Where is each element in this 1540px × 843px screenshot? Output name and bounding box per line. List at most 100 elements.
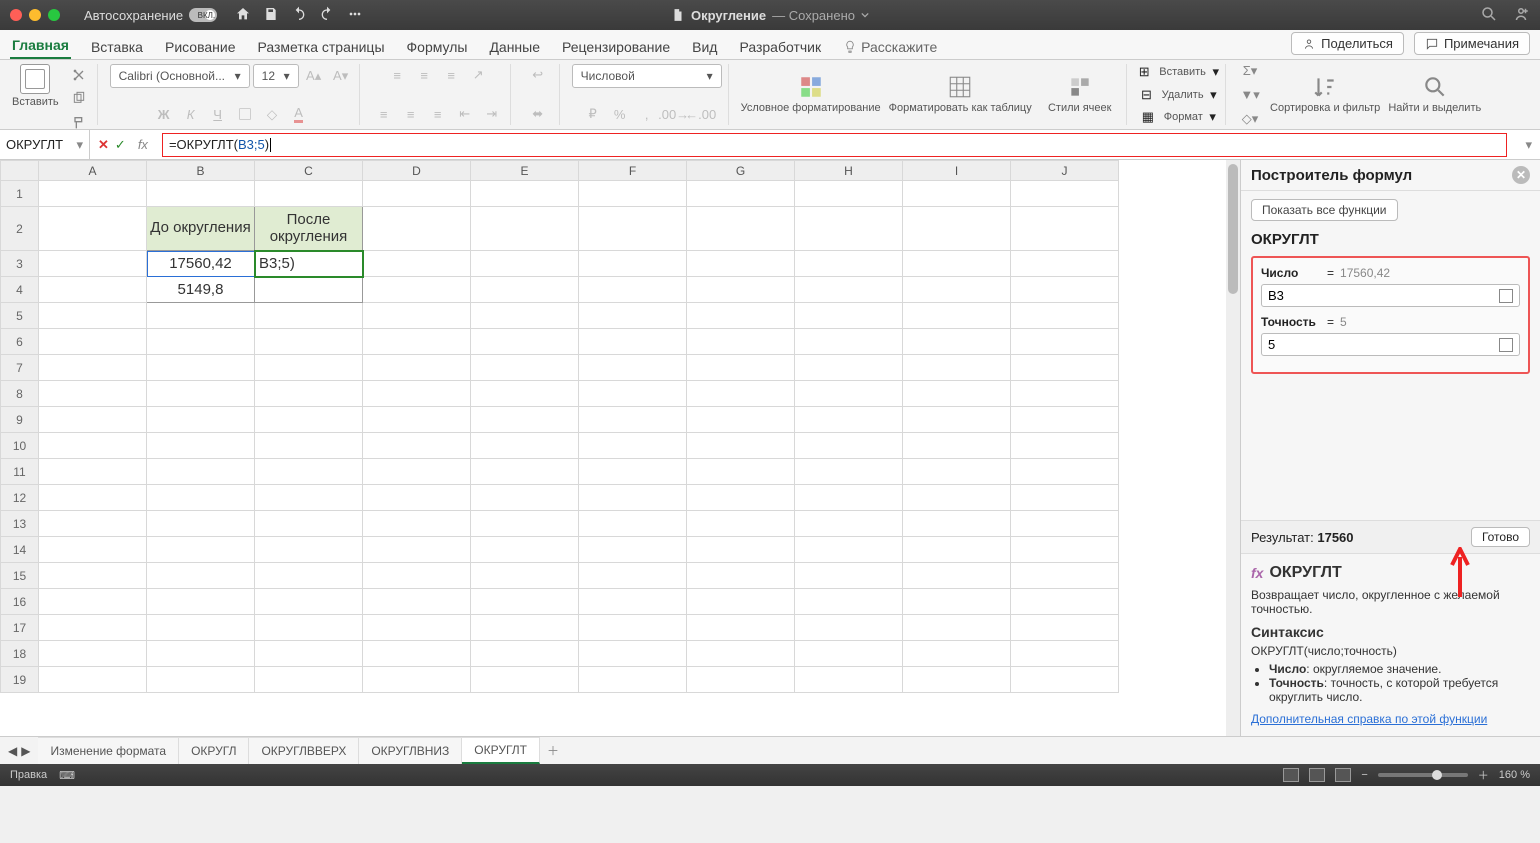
col-J[interactable]: J: [1011, 161, 1119, 181]
align-bottom-button[interactable]: ≡: [439, 64, 463, 86]
increase-indent-button[interactable]: ⇥: [480, 103, 504, 125]
share-button[interactable]: Поделиться: [1291, 32, 1404, 55]
paste-button[interactable]: Вставить: [12, 64, 59, 108]
page-break-view-button[interactable]: [1335, 768, 1351, 782]
cell-C2[interactable]: После округления: [255, 207, 363, 251]
col-F[interactable]: F: [579, 161, 687, 181]
zoom-value[interactable]: 160 %: [1499, 769, 1530, 781]
redo-icon[interactable]: [319, 6, 335, 25]
comments-button[interactable]: Примечания: [1414, 32, 1530, 55]
insert-cells-button[interactable]: ⊞ Вставить ▾: [1139, 64, 1219, 80]
search-icon[interactable]: [1480, 5, 1498, 26]
formula-input[interactable]: =ОКРУГЛТ(B3;5): [162, 133, 1508, 157]
italic-button[interactable]: К: [179, 103, 203, 125]
row-7[interactable]: 7: [1, 355, 39, 381]
align-top-button[interactable]: ≡: [385, 64, 409, 86]
number-format-select[interactable]: Числовой▾: [572, 64, 722, 88]
sort-filter-button[interactable]: Сортировка и фильтр: [1270, 74, 1380, 114]
close-icon[interactable]: [10, 9, 22, 21]
row-6[interactable]: 6: [1, 329, 39, 355]
increase-decimal-button[interactable]: .00→: [662, 103, 686, 125]
cell-C4[interactable]: [255, 277, 363, 303]
cell-B4[interactable]: 5149,8: [147, 277, 255, 303]
row-10[interactable]: 10: [1, 433, 39, 459]
format-as-table-button[interactable]: Форматировать как таблицу: [889, 74, 1032, 114]
conditional-formatting-button[interactable]: Условное форматирование: [741, 74, 881, 114]
currency-button[interactable]: ₽: [581, 103, 605, 125]
save-icon[interactable]: [263, 6, 279, 25]
align-left-button[interactable]: ≡: [372, 103, 396, 125]
bold-button[interactable]: Ж: [152, 103, 176, 125]
document-title[interactable]: Округление — Сохранено: [671, 8, 869, 23]
font-size-select[interactable]: 12▾: [253, 64, 299, 88]
share-title-icon[interactable]: [1512, 5, 1530, 26]
select-all-corner[interactable]: [1, 161, 39, 181]
normal-view-button[interactable]: [1283, 768, 1299, 782]
tab-review[interactable]: Рецензирование: [560, 35, 672, 59]
sheet-tab-5[interactable]: ОКРУГЛТ: [462, 737, 540, 764]
wrap-text-button[interactable]: ↩: [523, 64, 553, 86]
show-all-functions-button[interactable]: Показать все функции: [1251, 199, 1398, 221]
sheets-next-button[interactable]: ▶: [21, 744, 30, 758]
col-A[interactable]: A: [39, 161, 147, 181]
tell-me[interactable]: Расскажите: [841, 35, 939, 59]
row-18[interactable]: 18: [1, 641, 39, 667]
row-2[interactable]: 2: [1, 207, 39, 251]
sheet-tab-3[interactable]: ОКРУГЛВВЕРХ: [249, 737, 359, 764]
tab-developer[interactable]: Разработчик: [737, 35, 823, 59]
merge-button[interactable]: ⬌: [523, 103, 553, 125]
tab-view[interactable]: Вид: [690, 35, 719, 59]
col-H[interactable]: H: [795, 161, 903, 181]
col-E[interactable]: E: [471, 161, 579, 181]
row-17[interactable]: 17: [1, 615, 39, 641]
find-select-button[interactable]: Найти и выделить: [1388, 74, 1481, 114]
row-13[interactable]: 13: [1, 511, 39, 537]
zoom-in-button[interactable]: ＋: [1478, 767, 1489, 783]
enter-formula-button[interactable]: ✓: [115, 137, 126, 153]
home-icon[interactable]: [235, 6, 251, 25]
percent-button[interactable]: %: [608, 103, 632, 125]
fill-color-button[interactable]: [260, 103, 284, 125]
format-cells-button[interactable]: ▦ Формат ▾: [1142, 109, 1216, 125]
borders-button[interactable]: [233, 103, 257, 125]
arg2-input[interactable]: [1268, 337, 1499, 352]
tab-formulas[interactable]: Формулы: [405, 35, 470, 59]
tab-insert[interactable]: Вставка: [89, 35, 145, 59]
accessibility-icon[interactable]: ⌨: [59, 769, 75, 782]
decrease-font-button[interactable]: A▾: [329, 65, 353, 87]
expand-formula-bar[interactable]: ▾: [1517, 137, 1540, 153]
zoom-out-button[interactable]: −: [1361, 769, 1367, 781]
sheet-tab-2[interactable]: ОКРУГЛ: [179, 737, 249, 764]
ref-picker-icon[interactable]: [1499, 338, 1513, 352]
page-layout-view-button[interactable]: [1309, 768, 1325, 782]
tab-home[interactable]: Главная: [10, 33, 71, 59]
sheet-tab-1[interactable]: Изменение формата: [38, 737, 179, 764]
col-I[interactable]: I: [903, 161, 1011, 181]
sheets-prev-button[interactable]: ◀: [8, 744, 17, 758]
zoom-slider[interactable]: [1378, 773, 1468, 777]
align-center-button[interactable]: ≡: [399, 103, 423, 125]
done-button[interactable]: Готово: [1471, 527, 1530, 547]
sheet-tab-4[interactable]: ОКРУГЛВНИЗ: [359, 737, 462, 764]
ref-picker-icon[interactable]: [1499, 289, 1513, 303]
cell-B2[interactable]: До округления: [147, 207, 255, 251]
name-box[interactable]: ОКРУГЛТ ▾: [0, 130, 90, 159]
more-icon[interactable]: [347, 6, 363, 25]
increase-font-button[interactable]: A▴: [302, 65, 326, 87]
row-1[interactable]: 1: [1, 181, 39, 207]
copy-button[interactable]: [67, 88, 91, 110]
row-5[interactable]: 5: [1, 303, 39, 329]
maximize-icon[interactable]: [48, 9, 60, 21]
minimize-icon[interactable]: [29, 9, 41, 21]
clear-button[interactable]: ◇▾: [1238, 108, 1262, 130]
delete-cells-button[interactable]: ⊟ Удалить ▾: [1141, 87, 1217, 103]
font-name-select[interactable]: Calibri (Основной...▾: [110, 64, 250, 88]
col-C[interactable]: C: [255, 161, 363, 181]
tab-draw[interactable]: Рисование: [163, 35, 238, 59]
row-16[interactable]: 16: [1, 589, 39, 615]
spreadsheet-grid[interactable]: A B C D E F G H I J 1 2 До округления По…: [0, 160, 1240, 736]
decrease-decimal-button[interactable]: ←.00: [689, 103, 713, 125]
row-19[interactable]: 19: [1, 667, 39, 693]
row-12[interactable]: 12: [1, 485, 39, 511]
fx-icon[interactable]: fx: [138, 137, 148, 152]
